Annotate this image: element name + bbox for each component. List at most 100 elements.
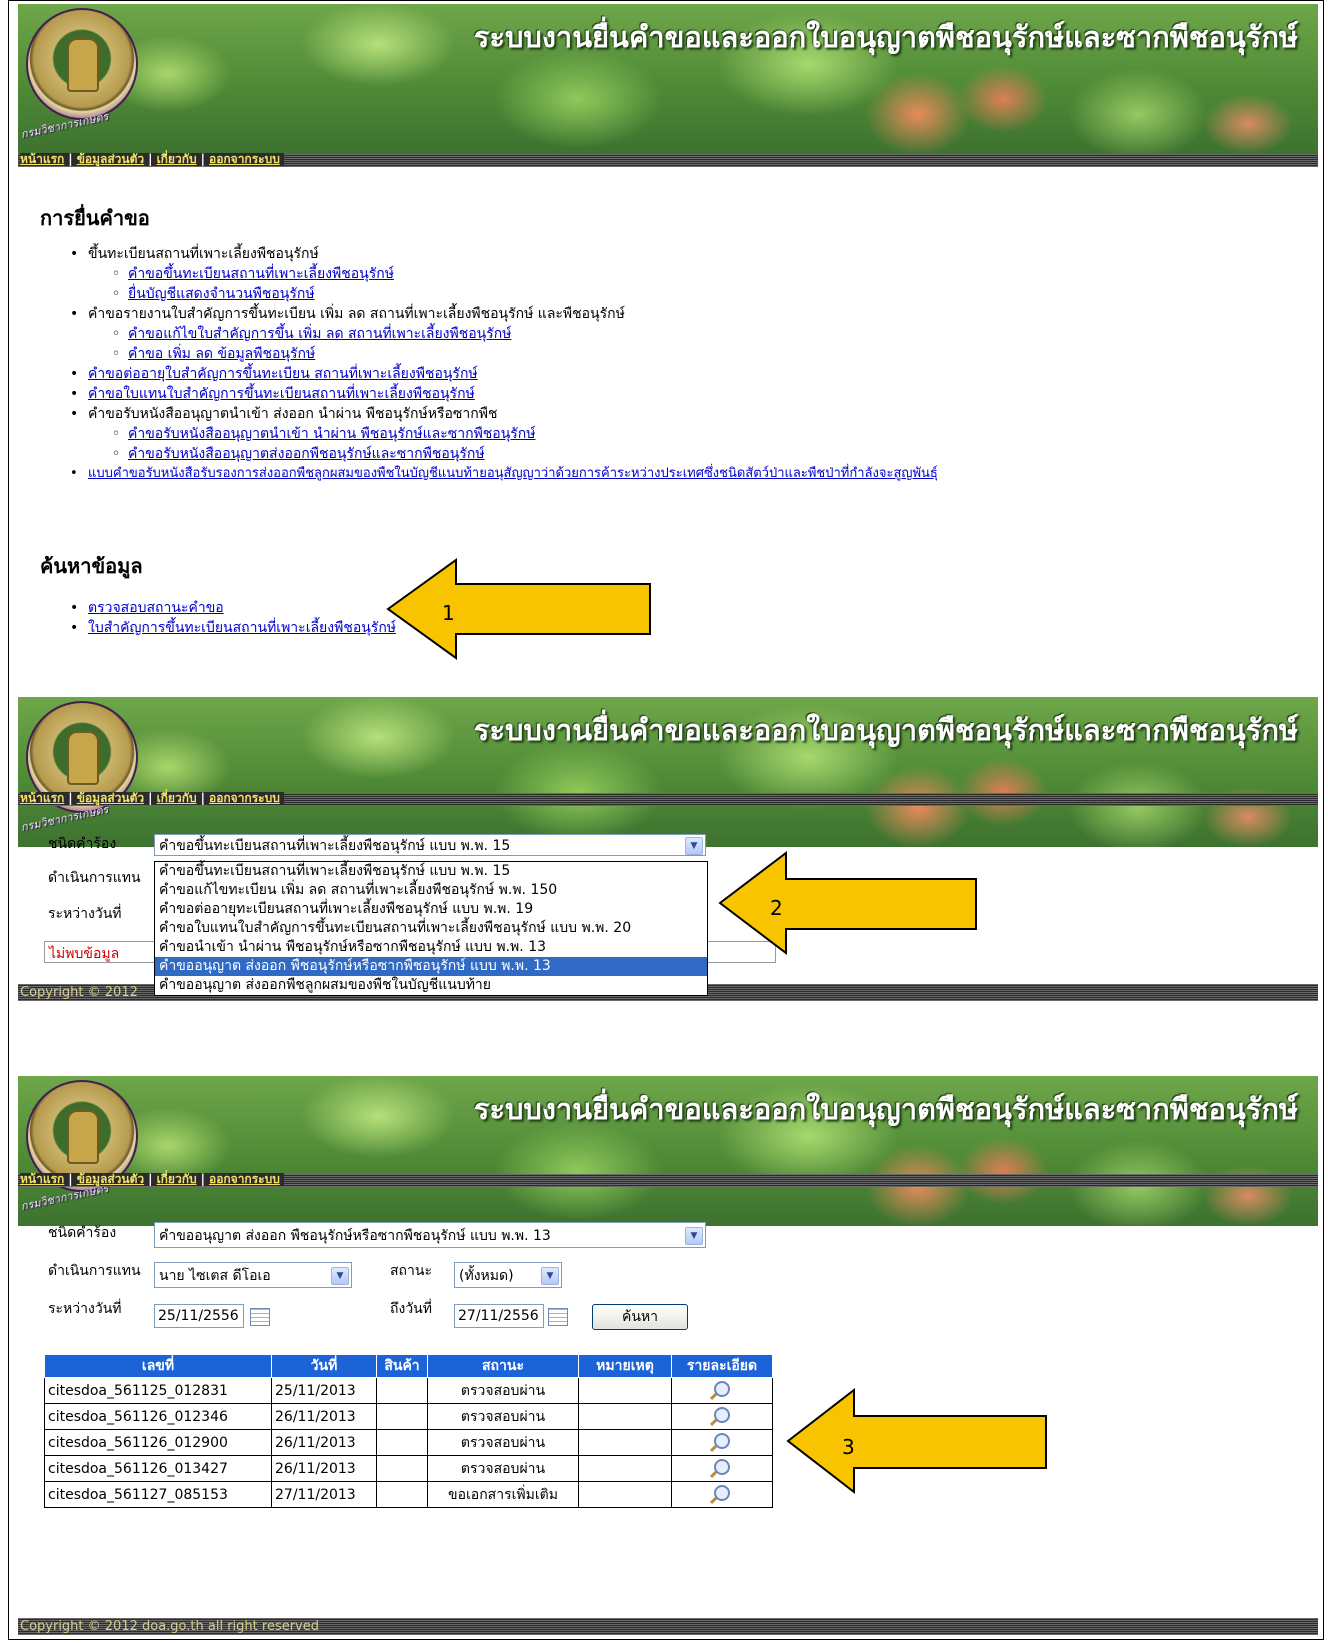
panel-request-menu: กรมวิชาการเกษตร ระบบงานยื่นคำขอและออกใบอ…: [18, 4, 1318, 684]
dropdown-option[interactable]: คำขอแก้ไขทะเบียน เพิ่ม ลด สถานที่เพาะเลี…: [155, 881, 707, 900]
magnifier-icon[interactable]: [714, 1484, 730, 1501]
menu-link[interactable]: คำขอแก้ไขใบสำคัญการขึ้น เพิ่ม ลด สถานที่…: [128, 326, 511, 342]
dropdown-option[interactable]: คำขออนุญาต ส่งออกพืชลูกผสมของพืชในบัญชีแ…: [155, 976, 707, 995]
col-header-status: สถานะ: [427, 1354, 579, 1378]
type-dropdown-list: คำขอขึ้นทะเบียนสถานที่เพาะเลี้ยงพืชอนุรั…: [154, 861, 708, 996]
magnifier-icon[interactable]: [714, 1380, 730, 1397]
header-banner: กรมวิชาการเกษตร ระบบงานยื่นคำขอและออกใบอ…: [18, 697, 1318, 847]
nav-about-link[interactable]: เกี่ยวกับ: [157, 791, 197, 805]
col-header-product: สินค้า: [376, 1354, 428, 1378]
cell-no: citesdoa_561126_012346: [44, 1403, 272, 1430]
cell-status: ตรวจสอบผ่าน: [427, 1455, 579, 1482]
cell-product: [376, 1377, 428, 1404]
no-data-text: ไม่พบข้อมูล: [49, 946, 120, 962]
nav-bar: หน้าแรก | ข้อมูลส่วนตัว | เกี่ยวกับ | ออกจากระ…: [18, 152, 1318, 167]
logo-emblem: [67, 38, 99, 92]
nav-about-link[interactable]: เกี่ยวกับ: [157, 152, 197, 166]
request-menu: ขึ้นทะเบียนสถานที่เพาะเลี้ยงพืชอนุรักษ์ …: [70, 244, 938, 484]
menu-link[interactable]: คำขอใบแทนใบสำคัญการขึ้นทะเบียนสถานที่เพา…: [88, 386, 475, 402]
cell-remark: [578, 1403, 672, 1430]
col-header-detail: รายละเอียด: [671, 1354, 773, 1378]
logo-emblem: [67, 731, 99, 785]
nav-profile-link[interactable]: ข้อมูลส่วนตัว: [77, 791, 144, 805]
nav-profile-link[interactable]: ข้อมูลส่วนตัว: [77, 1172, 144, 1186]
magnifier-icon[interactable]: [714, 1406, 730, 1423]
panel-type-dropdown: กรมวิชาการเกษตร ระบบงานยื่นคำขอและออกใบอ…: [18, 697, 1318, 1053]
type-select[interactable]: คำขออนุญาต ส่งออก พืชอนุรักษ์หรือซากพืชอ…: [154, 1222, 706, 1248]
calendar-icon[interactable]: [250, 1308, 270, 1326]
section-heading-request: การยื่นคำขอ: [40, 206, 150, 230]
onbehalf-label: ดำเนินการแทน: [48, 870, 141, 886]
nav-logout-link[interactable]: ออกจากระบบ: [209, 152, 280, 166]
date-to-input[interactable]: 27/11/2556: [454, 1304, 544, 1328]
cell-product: [376, 1481, 428, 1508]
cell-date: 26/11/2013: [271, 1403, 377, 1430]
dropdown-option[interactable]: คำขอนำเข้า นำผ่าน พืชอนุรักษ์หรือซากพืชอ…: [155, 938, 707, 957]
nav-home-link[interactable]: หน้าแรก: [20, 791, 64, 805]
dropdown-option[interactable]: คำขอใบแทนใบสำคัญการขึ้นทะเบียนสถานที่เพา…: [155, 919, 707, 938]
nav-about-link[interactable]: เกี่ยวกับ: [157, 1172, 197, 1186]
check-status-link[interactable]: ตรวจสอบสถานะคำขอ: [88, 600, 224, 616]
menu-item: คำขอรายงานใบสำคัญการขึ้นทะเบียน เพิ่ม ลด…: [70, 304, 938, 324]
status-label: สถานะ: [390, 1263, 432, 1279]
date-from-input[interactable]: 25/11/2556: [154, 1304, 244, 1328]
cell-remark: [578, 1481, 672, 1508]
header-banner: กรมวิชาการเกษตร ระบบงานยื่นคำขอและออกใบอ…: [18, 4, 1318, 154]
chevron-down-icon[interactable]: ▼: [331, 1267, 349, 1285]
table-row: citesdoa_561127_085153 27/11/2013 ขอเอกส…: [44, 1481, 773, 1508]
cell-product: [376, 1455, 428, 1482]
menu-link[interactable]: คำขอรับหนังสืออนุญาตนำเข้า นำผ่าน พืชอนุ…: [128, 426, 536, 442]
arrow-label-2: 2: [770, 896, 783, 920]
nav-logout-link[interactable]: ออกจากระบบ: [209, 1172, 280, 1186]
menu-link[interactable]: คำขอ เพิ่ม ลด ข้อมูลพืชอนุรักษ์: [128, 346, 315, 362]
cell-no: citesdoa_561127_085153: [44, 1481, 272, 1508]
dropdown-option[interactable]: คำขอขึ้นทะเบียนสถานที่เพาะเลี้ยงพืชอนุรั…: [155, 862, 707, 881]
banner-title: ระบบงานยื่นคำขอและออกใบอนุญาตพืชอนุรักษ์…: [473, 1092, 1298, 1126]
between-label: ระหว่างวันที่: [48, 1301, 122, 1317]
cell-product: [376, 1403, 428, 1430]
menu-link[interactable]: คำขอขึ้นทะเบียนสถานที่เพาะเลี้ยงพืชอนุรั…: [128, 266, 394, 282]
cell-date: 26/11/2013: [271, 1455, 377, 1482]
search-button[interactable]: ค้นหา: [592, 1304, 688, 1330]
table-header-row: เลขที่ วันที่ สินค้า สถานะ หมายเหตุ รายล…: [44, 1354, 773, 1378]
type-select[interactable]: คำขอขึ้นทะเบียนสถานที่เพาะเลี้ยงพืชอนุรั…: [154, 834, 706, 856]
nav-home-link[interactable]: หน้าแรก: [20, 1172, 64, 1186]
chevron-down-icon[interactable]: ▼: [685, 1227, 703, 1245]
nav-logout-link[interactable]: ออกจากระบบ: [209, 791, 280, 805]
menu-link[interactable]: ยื่นบัญชีแสดงจำนวนพืชอนุรักษ์: [128, 286, 315, 302]
menu-link[interactable]: แบบคำขอรับหนังสือรับรองการส่งออกพืชลูกผส…: [88, 466, 938, 481]
menu-link[interactable]: คำขอต่ออายุใบสำคัญการขึ้นทะเบียน สถานที่…: [88, 366, 478, 382]
cell-status: ขอเอกสารเพิ่มเติม: [427, 1481, 579, 1508]
cell-remark: [578, 1377, 672, 1404]
cell-date: 25/11/2013: [271, 1377, 377, 1404]
cell-date: 27/11/2013: [271, 1481, 377, 1508]
chevron-down-icon[interactable]: ▼: [541, 1267, 559, 1285]
magnifier-icon[interactable]: [714, 1458, 730, 1475]
cell-no: citesdoa_561125_012831: [44, 1377, 272, 1404]
type-label: ชนิดคำร้อง: [48, 836, 117, 852]
certificate-link[interactable]: ใบสำคัญการขึ้นทะเบียนสถานที่เพาะเลี้ยงพื…: [88, 620, 396, 636]
magnifier-icon[interactable]: [714, 1432, 730, 1449]
nav-home-link[interactable]: หน้าแรก: [20, 152, 64, 166]
table-row: citesdoa_561125_012831 25/11/2013 ตรวจสอ…: [44, 1377, 773, 1404]
onbehalf-select[interactable]: นาย ไซเตส ดีโอเอ ▼: [154, 1262, 352, 1288]
logo-emblem: [67, 1110, 99, 1164]
dropdown-option[interactable]: คำขอต่ออายุทะเบียนสถานที่เพาะเลี้ยงพืชอน…: [155, 900, 707, 919]
table-row: citesdoa_561126_012346 26/11/2013 ตรวจสอ…: [44, 1403, 773, 1430]
col-header-no: เลขที่: [44, 1354, 272, 1378]
status-select[interactable]: (ทั้งหมด) ▼: [454, 1262, 562, 1288]
callout-arrow-2: 2: [718, 851, 977, 955]
cell-product: [376, 1429, 428, 1456]
cell-status: ตรวจสอบผ่าน: [427, 1403, 579, 1430]
calendar-icon[interactable]: [548, 1308, 568, 1326]
menu-link[interactable]: คำขอรับหนังสืออนุญาตส่งออกพืชอนุรักษ์และ…: [128, 446, 485, 462]
panel-search-results: กรมวิชาการเกษตร ระบบงานยื่นคำขอและออกใบอ…: [18, 1076, 1318, 1638]
dropdown-option-selected[interactable]: คำขออนุญาต ส่งออก พืชอนุรักษ์หรือซากพืชอ…: [155, 957, 707, 976]
chevron-down-icon[interactable]: ▼: [685, 837, 703, 855]
nav-profile-link[interactable]: ข้อมูลส่วนตัว: [77, 152, 144, 166]
arrow-label-1: 1: [442, 601, 455, 625]
cell-remark: [578, 1455, 672, 1482]
date-to-label: ถึงวันที่: [390, 1301, 432, 1317]
banner-title: ระบบงานยื่นคำขอและออกใบอนุญาตพืชอนุรักษ์…: [473, 713, 1298, 747]
table-row: citesdoa_561126_013427 26/11/2013 ตรวจสอ…: [44, 1455, 773, 1482]
